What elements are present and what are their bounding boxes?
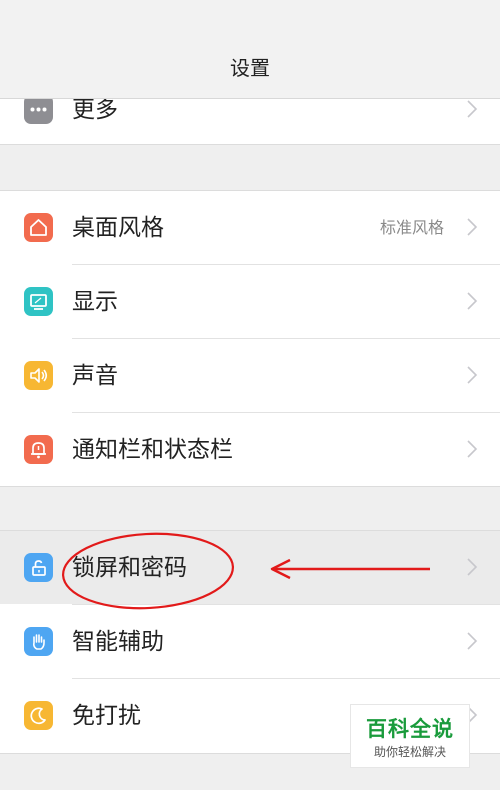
settings-row-notification[interactable]: 通知栏和状态栏 [0,413,500,486]
chevron-right-icon [467,440,478,458]
bell-icon [24,435,53,464]
settings-row-label: 免打扰 [72,703,141,729]
page-title: 设置 [230,56,270,80]
settings-row-lock-password[interactable]: 锁屏和密码 [0,531,500,604]
settings-row-label: 锁屏和密码 [72,555,187,581]
settings-row-label: 桌面风格 [72,215,164,241]
watermark-title: 百科全说 [366,717,454,741]
speaker-icon [24,361,53,390]
chevron-right-icon [467,292,478,310]
hand-icon [24,627,53,656]
settings-row-sound[interactable]: 声音 [0,339,500,412]
settings-group-display: 桌面风格 标准风格 显示 声音 通知栏和状态栏 [0,190,500,487]
settings-row-smart-assist[interactable]: 智能辅助 [0,605,500,678]
chevron-right-icon [467,558,478,576]
settings-row-value: 标准风格 [379,218,444,237]
settings-row-desktop-style[interactable]: 桌面风格 标准风格 [0,191,500,264]
moon-icon [24,701,53,730]
settings-row-label: 智能辅助 [72,629,164,655]
settings-row-label: 通知栏和状态栏 [72,437,233,463]
chevron-right-icon [467,100,478,118]
more-dots-icon [24,95,53,124]
watermark-subtitle: 助你轻松解决 [373,745,446,759]
display-icon [24,287,53,316]
settings-row-label: 声音 [72,363,118,389]
chevron-right-icon [467,366,478,384]
baike-watermark-logo: 百科全说 助你轻松解决 [350,704,470,768]
chevron-right-icon [467,218,478,236]
header-bar: 设置 [0,0,500,99]
settings-row-display[interactable]: 显示 [0,265,500,338]
settings-row-label: 显示 [72,289,118,315]
settings-screen: 设置 更多 桌面风格 标准风格 显示 声音 通知栏和状态栏 锁屏和密码 智能辅助… [0,0,500,790]
lock-icon [24,553,53,582]
home-icon [24,213,53,242]
chevron-right-icon [467,632,478,650]
settings-row-label: 更多 [72,97,118,123]
